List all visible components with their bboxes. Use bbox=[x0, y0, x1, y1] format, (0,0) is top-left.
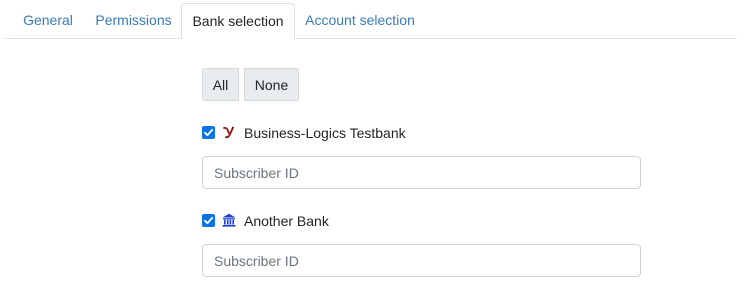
subscriber-id-input[interactable] bbox=[202, 244, 641, 277]
select-none-button[interactable]: None bbox=[244, 68, 299, 101]
bank-name: Another Bank bbox=[244, 213, 329, 229]
y-logo-icon bbox=[223, 126, 234, 139]
bank-item: Business-Logics Testbank bbox=[202, 123, 502, 143]
tab-bank-selection[interactable]: Bank selection bbox=[181, 3, 295, 39]
bank-checkbox[interactable] bbox=[202, 214, 215, 227]
tab-general[interactable]: General bbox=[10, 3, 86, 37]
tab-bar: General Permissions Bank selection Accou… bbox=[5, 0, 737, 39]
bank-building-icon bbox=[222, 213, 236, 227]
checkmark-icon bbox=[204, 216, 214, 225]
bank-checkbox[interactable] bbox=[202, 126, 215, 139]
bank-name: Business-Logics Testbank bbox=[244, 125, 406, 141]
bank-item: Another Bank bbox=[202, 211, 502, 231]
subscriber-id-input[interactable] bbox=[202, 156, 641, 189]
tab-permissions[interactable]: Permissions bbox=[86, 3, 181, 37]
select-all-button[interactable]: All bbox=[202, 68, 239, 101]
checkmark-icon bbox=[204, 128, 214, 137]
tab-account-selection[interactable]: Account selection bbox=[300, 3, 420, 37]
